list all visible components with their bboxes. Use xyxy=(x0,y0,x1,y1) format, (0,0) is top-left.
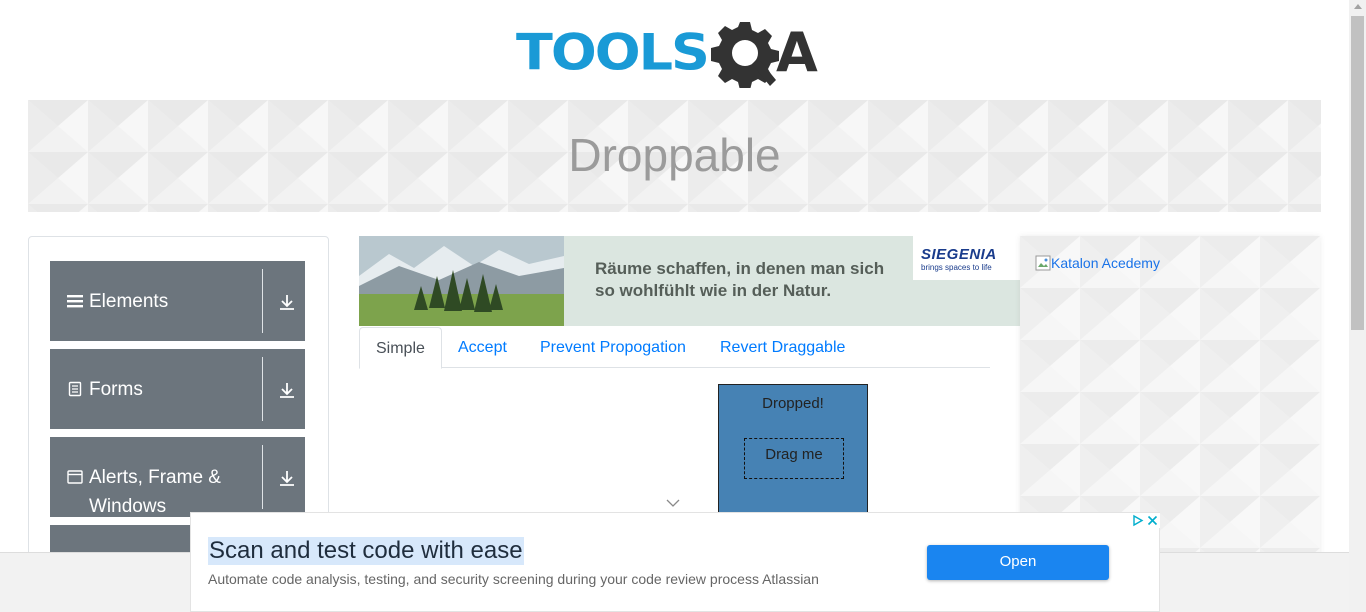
sidebar-group-elements[interactable]: Elements xyxy=(50,261,305,341)
page-title-banner: Droppable xyxy=(28,100,1321,212)
landscape-image xyxy=(359,236,564,326)
katalon-alt-text: Katalon Acedemy xyxy=(1051,255,1160,271)
window-icon xyxy=(67,470,83,484)
broken-image-icon xyxy=(1035,255,1051,271)
draggable-box[interactable]: Drag me xyxy=(744,438,844,479)
tab-accept[interactable]: Accept xyxy=(442,327,523,368)
scroll-thumb[interactable] xyxy=(1351,16,1364,330)
bottom-ad[interactable]: Scan and test code with ease Automate co… xyxy=(190,512,1160,612)
page-scrollbar[interactable] xyxy=(1349,0,1366,612)
page: TOOLS A Droppable Elements Forms Alerts,… xyxy=(0,0,1366,612)
ad-headline[interactable]: Scan and test code with ease xyxy=(208,537,524,565)
adchoices-icon[interactable] xyxy=(1130,513,1145,528)
ad-text-line2: so wohlfühlt wie in der Natur. xyxy=(595,281,832,300)
draggable-label: Drag me xyxy=(765,446,823,463)
divider xyxy=(262,269,263,333)
divider xyxy=(262,357,263,421)
gear-magnifier-icon xyxy=(710,22,779,88)
droppable-label: Dropped! xyxy=(762,395,824,412)
logo-text: TOOLS xyxy=(516,23,710,82)
hamburger-icon xyxy=(67,295,83,308)
droppable-tabs: Simple Accept Prevent Propogation Revert… xyxy=(359,327,990,369)
chevron-down-icon xyxy=(666,499,680,507)
open-button[interactable]: Open xyxy=(927,545,1109,580)
ad-text-line1: Räume schaffen, in denen man sich xyxy=(595,259,885,278)
tab-prevent-propogation[interactable]: Prevent Propogation xyxy=(524,327,702,368)
sidebar-group-alerts[interactable]: Alerts, Frame & Windows xyxy=(50,437,305,517)
logo-suffix: A xyxy=(775,21,818,84)
download-icon[interactable] xyxy=(277,468,297,488)
scroll-up-arrow[interactable] xyxy=(1354,4,1362,9)
download-icon[interactable] xyxy=(277,292,297,312)
adchoices[interactable] xyxy=(1130,513,1160,528)
ad-text: Räume schaffen, in denen man sich so woh… xyxy=(595,258,915,302)
tab-simple[interactable]: Simple xyxy=(359,327,442,369)
top-ad-banner[interactable]: Räume schaffen, in denen man sich so woh… xyxy=(359,236,1020,326)
katalon-ad-link[interactable]: Katalon Acedemy xyxy=(1035,255,1160,271)
divider xyxy=(262,445,263,509)
sidebar-group-label: Forms xyxy=(89,379,143,400)
brand-tagline: brings spaces to life xyxy=(921,263,992,272)
download-icon[interactable] xyxy=(277,380,297,400)
tab-revert-draggable[interactable]: Revert Draggable xyxy=(704,327,861,368)
toolsqa-logo[interactable]: TOOLS A xyxy=(516,16,838,90)
brand-name: SIEGENIA xyxy=(921,246,997,263)
ad-description: Automate code analysis, testing, and sec… xyxy=(208,571,819,587)
sidebar-group-forms[interactable]: Forms xyxy=(50,349,305,429)
sidebar-group-label: Elements xyxy=(89,291,169,312)
document-icon xyxy=(68,381,82,397)
page-title: Droppable xyxy=(568,129,781,181)
close-icon[interactable] xyxy=(1145,513,1160,528)
siegenia-logo: SIEGENIA brings spaces to life xyxy=(913,236,1020,280)
